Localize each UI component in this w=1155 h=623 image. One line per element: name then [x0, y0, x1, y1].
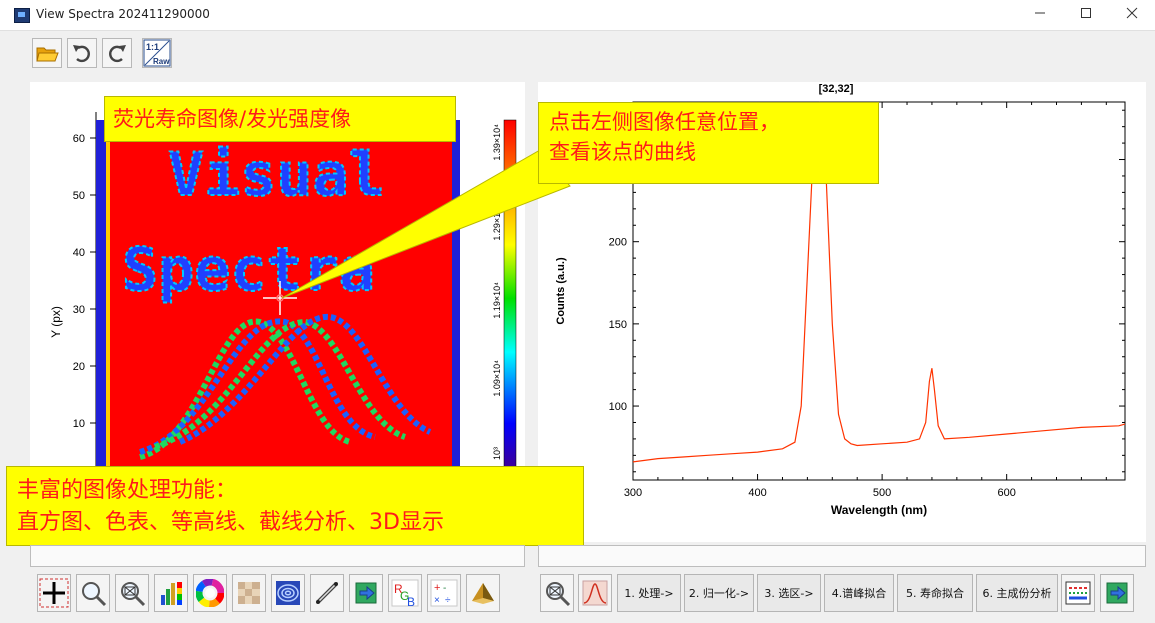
legend-button[interactable] — [1061, 574, 1095, 612]
spectrum-tools-bar: 1. 处理-> 2. 归一化-> 3. 选区-> 4.谱峰拟合 5. 寿命拟合 … — [540, 574, 1145, 614]
lifetime-fit-button[interactable]: 5. 寿命拟合 — [897, 574, 973, 612]
zoom-fit-icon — [546, 582, 571, 607]
svg-text:B: B — [407, 595, 415, 608]
crosshair-icon — [39, 578, 69, 608]
callout-click-hint: 点击左侧图像任意位置， 查看该点的曲线 — [538, 102, 879, 184]
peak-button[interactable] — [578, 574, 612, 612]
histogram-button[interactable] — [154, 574, 188, 612]
line-profile-button[interactable] — [310, 574, 344, 612]
image-status-bar — [30, 545, 525, 567]
markers-icon: + - × ÷ — [430, 579, 458, 607]
export-icon — [1106, 582, 1128, 604]
image-tools-bar: R G B + - × ÷ — [37, 574, 507, 614]
contour-icon — [276, 581, 300, 605]
select-region-button[interactable]: 3. 选区-> — [757, 574, 821, 612]
zoom-fit-icon — [121, 582, 146, 607]
zoom-in-icon — [82, 582, 107, 607]
rgb-button[interactable]: R G B — [388, 574, 422, 612]
markers-button[interactable]: + - × ÷ — [427, 574, 461, 612]
peak-icon — [582, 580, 608, 606]
callout-image-label: 荧光寿命图像/发光强度像 — [104, 96, 456, 142]
callout-features: 丰富的图像处理功能： 直方图、色表、等高线、截线分析、3D显示 — [6, 466, 584, 546]
spectrum-status-bar — [538, 545, 1146, 567]
texture-icon — [238, 582, 260, 604]
svg-text:+: + — [434, 582, 440, 594]
contour-button[interactable] — [271, 574, 305, 612]
svg-text:÷: ÷ — [445, 595, 451, 606]
export-icon — [355, 582, 377, 604]
svg-text:×: × — [434, 595, 440, 606]
process-button[interactable]: 1. 处理-> — [617, 574, 681, 612]
texture-button[interactable] — [232, 574, 266, 612]
color-table-button[interactable] — [193, 574, 227, 612]
color-wheel-icon — [196, 579, 224, 607]
legend-icon — [1065, 581, 1091, 605]
pca-button[interactable]: 6. 主成份分析 — [976, 574, 1058, 612]
rgb-icon: R G B — [391, 579, 419, 608]
surface-3d-button[interactable] — [466, 574, 500, 612]
histogram-icon — [161, 582, 182, 605]
spectrum-zoom-button[interactable] — [540, 574, 574, 612]
image-export-button[interactable] — [349, 574, 383, 612]
crosshair-button[interactable] — [37, 574, 71, 612]
svg-text:-: - — [443, 583, 446, 594]
peak-fit-button[interactable]: 4.谱峰拟合 — [824, 574, 894, 612]
normalize-button[interactable]: 2. 归一化-> — [684, 574, 754, 612]
zoom-fit-button[interactable] — [115, 574, 149, 612]
surface-3d-icon — [472, 583, 494, 604]
line-profile-icon — [316, 582, 338, 604]
spectrum-export-button[interactable] — [1100, 574, 1134, 612]
zoom-in-button[interactable] — [76, 574, 110, 612]
